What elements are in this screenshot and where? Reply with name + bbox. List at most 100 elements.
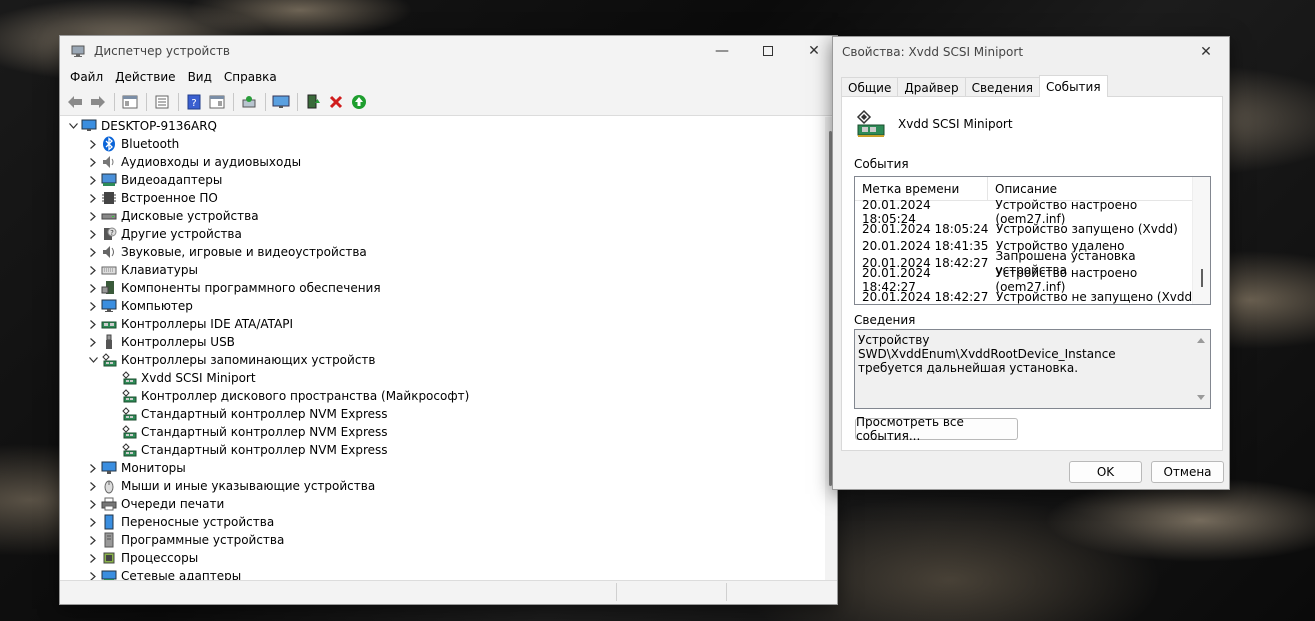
- tree-category[interactable]: Звуковые, игровые и видеоустройства: [61, 243, 826, 261]
- chevron-right-icon[interactable]: [85, 333, 101, 351]
- tab-general[interactable]: Общие: [841, 77, 899, 97]
- tree-category[interactable]: Очереди печати: [61, 495, 826, 513]
- chevron-right-icon[interactable]: [85, 225, 101, 243]
- tree-category[interactable]: Контроллеры IDE ATA/ATAPI: [61, 315, 826, 333]
- properties-titlebar[interactable]: Свойства: Xvdd SCSI Miniport ✕: [833, 37, 1229, 67]
- info-textbox[interactable]: Устройству SWD\XvddEnum\XvddRootDevice_I…: [854, 329, 1211, 409]
- tree-device[interactable]: Xvdd SCSI Miniport: [61, 369, 826, 387]
- tree-category[interactable]: Компоненты программного обеспечения: [61, 279, 826, 297]
- properties-button[interactable]: [151, 91, 173, 113]
- cancel-button[interactable]: Отмена: [1151, 461, 1224, 483]
- chevron-down-icon[interactable]: [85, 351, 101, 369]
- tree-item-label: Компоненты программного обеспечения: [121, 281, 381, 295]
- tree-root[interactable]: DESKTOP-9136ARQ: [61, 117, 826, 135]
- scan-hardware-changes-button[interactable]: [238, 91, 260, 113]
- show-hide-action-pane-button[interactable]: [206, 91, 228, 113]
- chevron-right-icon[interactable]: [85, 513, 101, 531]
- tree-category[interactable]: Процессоры: [61, 549, 826, 567]
- menu-file[interactable]: Файл: [64, 70, 109, 84]
- status-divider: [726, 583, 727, 601]
- tree-device[interactable]: Стандартный контроллер NVM Express: [61, 441, 826, 459]
- event-timestamp: 20.01.2024 18:05:24: [862, 221, 989, 236]
- tree-device[interactable]: Контроллер дискового пространства (Майкр…: [61, 387, 826, 405]
- event-row[interactable]: 20.01.2024 18:05:24 Устройство запущено (…: [855, 220, 1210, 237]
- chevron-right-icon[interactable]: [85, 171, 101, 189]
- ok-button[interactable]: OK: [1069, 461, 1142, 483]
- tree-category[interactable]: Мониторы: [61, 459, 826, 477]
- tree-category[interactable]: Переносные устройства: [61, 513, 826, 531]
- tree-item-label: Стандартный контроллер NVM Express: [141, 425, 388, 439]
- chevron-right-icon[interactable]: [85, 189, 101, 207]
- forward-button[interactable]: [87, 91, 109, 113]
- chevron-right-icon[interactable]: [85, 477, 101, 495]
- device-tree[interactable]: DESKTOP-9136ARQ Bluetooth Аудиовходы и ауд…: [61, 117, 826, 580]
- chevron-right-icon[interactable]: [85, 261, 101, 279]
- event-row[interactable]: 20.01.2024 18:05:24 Устройство настроено …: [855, 198, 1210, 226]
- computer-icon: [101, 298, 117, 314]
- minimize-button[interactable]: —: [699, 36, 745, 66]
- chevron-right-icon[interactable]: [85, 243, 101, 261]
- back-button[interactable]: [64, 91, 86, 113]
- uninstall-device-button[interactable]: [325, 91, 347, 113]
- events-section-label: События: [854, 157, 909, 171]
- tree-category[interactable]: Программные устройства: [61, 531, 826, 549]
- menu-help[interactable]: Справка: [218, 70, 283, 84]
- tree-category[interactable]: Мыши и иные указывающие устройства: [61, 477, 826, 495]
- show-hide-console-tree-button[interactable]: [119, 91, 141, 113]
- tree-category[interactable]: Встроенное ПО: [61, 189, 826, 207]
- tree-category[interactable]: Дисковые устройства: [61, 207, 826, 225]
- mouse-icon: [101, 478, 117, 494]
- device-header: Xvdd SCSI Miniport: [854, 109, 1013, 139]
- tree-device[interactable]: Стандартный контроллер NVM Express: [61, 423, 826, 441]
- chevron-right-icon[interactable]: [85, 279, 101, 297]
- menu-action[interactable]: Действие: [109, 70, 181, 84]
- chevron-right-icon[interactable]: [85, 207, 101, 225]
- tree-category[interactable]: Контроллеры запоминающих устройств: [61, 351, 826, 369]
- help-button[interactable]: ?: [183, 91, 205, 113]
- tree-category[interactable]: Аудиовходы и аудиовыходы: [61, 153, 826, 171]
- dialog-close-button[interactable]: ✕: [1183, 37, 1229, 67]
- scroll-down-icon[interactable]: [1197, 395, 1205, 400]
- update-driver-button[interactable]: [348, 91, 370, 113]
- tab-events[interactable]: События: [1038, 75, 1108, 97]
- chevron-right-icon[interactable]: [85, 495, 101, 513]
- tree-item-label: Контроллер дискового пространства (Майкр…: [141, 389, 470, 403]
- view-all-events-button[interactable]: Просмотреть все события...: [855, 415, 1018, 443]
- close-button[interactable]: ✕: [791, 36, 837, 66]
- chevron-down-icon[interactable]: [65, 117, 81, 135]
- tab-driver[interactable]: Драйвер: [897, 77, 966, 97]
- chevron-right-icon[interactable]: [85, 297, 101, 315]
- chevron-right-icon[interactable]: [85, 135, 101, 153]
- tab-details[interactable]: Сведения: [964, 77, 1040, 97]
- dialog-title: Свойства: Xvdd SCSI Miniport: [842, 45, 1024, 59]
- tree-category[interactable]: Сетевые адаптеры: [61, 567, 826, 580]
- tree-category[interactable]: Bluetooth: [61, 135, 826, 153]
- add-legacy-hardware-button[interactable]: [270, 91, 292, 113]
- chevron-right-icon[interactable]: [85, 567, 101, 580]
- tree-category[interactable]: ? Другие устройства: [61, 225, 826, 243]
- chevron-right-icon[interactable]: [85, 531, 101, 549]
- tree-category[interactable]: Контроллеры USB: [61, 333, 826, 351]
- events-scrollbar[interactable]: [1192, 177, 1210, 304]
- chevron-right-icon[interactable]: [85, 549, 101, 567]
- tree-category[interactable]: Компьютер: [61, 297, 826, 315]
- tree-category[interactable]: Видеоадаптеры: [61, 171, 826, 189]
- scan-hardware-icon: [242, 95, 256, 107]
- chevron-right-icon[interactable]: [85, 459, 101, 477]
- tree-category[interactable]: Клавиатуры: [61, 261, 826, 279]
- chevron-right-icon[interactable]: [85, 315, 101, 333]
- tree-device[interactable]: Стандартный контроллер NVM Express: [61, 405, 826, 423]
- event-row[interactable]: 20.01.2024 18:42:27 Устройство настроено …: [855, 266, 1210, 294]
- storage-controller-icon: [101, 352, 117, 368]
- tree-item-label: Мониторы: [121, 461, 186, 475]
- device-manager-titlebar[interactable]: Диспетчер устройств — ✕: [60, 36, 837, 66]
- events-scrollbar-thumb[interactable]: [1201, 269, 1203, 287]
- event-row[interactable]: 20.01.2024 18:42:27 Устройство не запущен…: [855, 288, 1210, 304]
- enable-device-button[interactable]: [302, 91, 324, 113]
- chevron-right-icon[interactable]: [85, 153, 101, 171]
- maximize-button[interactable]: [745, 36, 791, 66]
- events-list[interactable]: Метка времени Описание 20.01.2024 18:05:…: [854, 176, 1211, 305]
- scroll-up-icon[interactable]: [1197, 338, 1205, 343]
- menu-view[interactable]: Вид: [182, 70, 218, 84]
- info-scrollbar[interactable]: [1192, 330, 1210, 408]
